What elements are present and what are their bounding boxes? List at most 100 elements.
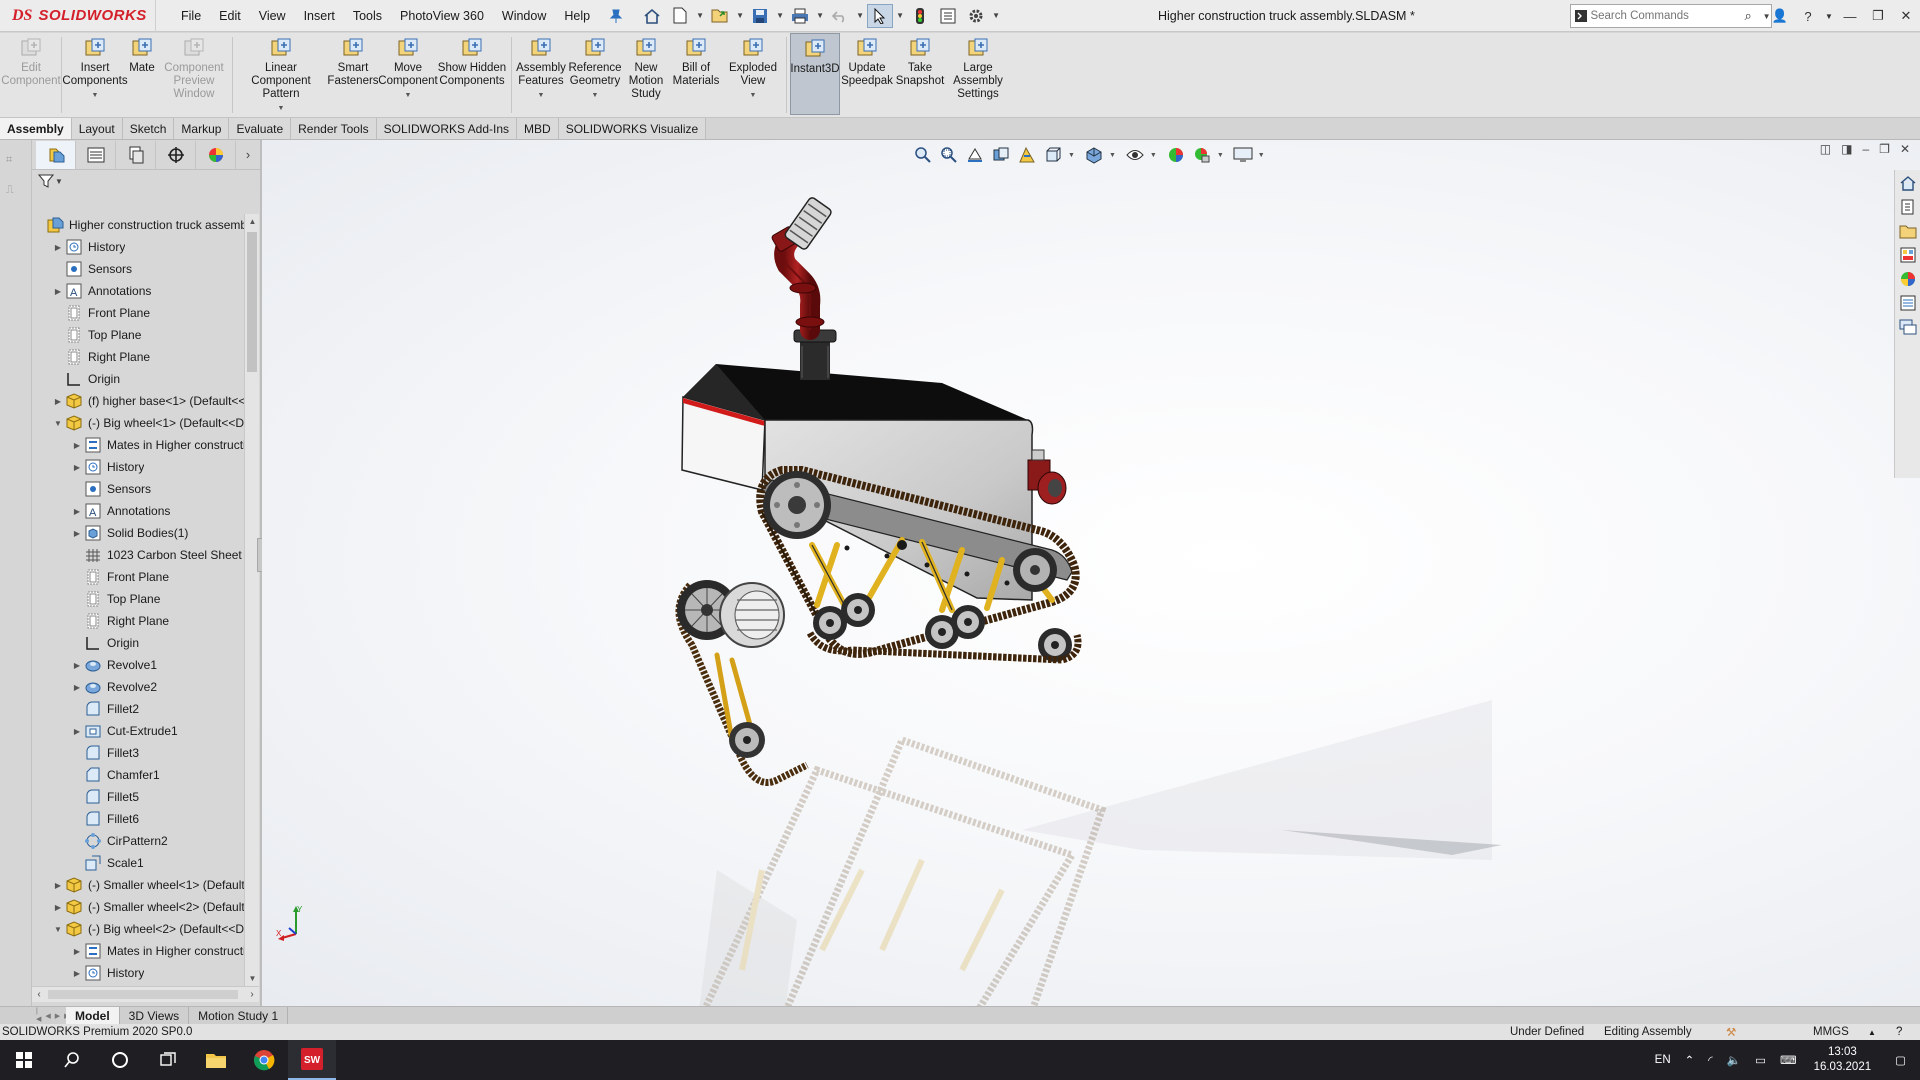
configurationmanager-tab-icon[interactable] [116, 140, 156, 169]
apply-scene-caret-icon[interactable]: ▼ [1217, 152, 1224, 159]
print-caret-icon[interactable]: ▼ [815, 11, 825, 20]
expand-arrow-icon[interactable]: ▶ [51, 903, 65, 912]
tab-assembly[interactable]: Assembly [0, 118, 72, 139]
ribbon-caret-icon[interactable]: ▼ [92, 89, 99, 102]
taskbar-clock[interactable]: 13:03 16.03.2021 [1804, 1045, 1882, 1075]
tree-item[interactable]: ▶ A Annotations [32, 280, 244, 302]
tab-solidworks-add-ins[interactable]: SOLIDWORKS Add-Ins [376, 118, 518, 139]
rebuild-icon[interactable] [907, 4, 933, 28]
scroll-up-icon[interactable]: ▲ [245, 214, 260, 229]
tab-sketch[interactable]: Sketch [122, 118, 175, 139]
edit-appearance-icon[interactable] [1165, 144, 1187, 166]
display-manager-tab-icon[interactable] [196, 140, 236, 169]
tree-filter[interactable]: ▼ [32, 170, 260, 192]
expand-arrow-icon[interactable]: ▶ [70, 441, 84, 450]
zoom-to-area-icon[interactable] [938, 144, 960, 166]
custom-properties-icon[interactable] [1897, 292, 1919, 314]
menu-photoview[interactable]: PhotoView 360 [391, 0, 493, 32]
view-orientation-caret-icon[interactable]: ▼ [1068, 152, 1075, 159]
keyboard-icon[interactable]: ⌨ [1773, 1053, 1804, 1067]
tree-item[interactable]: Fillet2 [32, 698, 244, 720]
horizontal-scroll-thumb[interactable] [48, 990, 238, 999]
tree-item[interactable]: ▶ (-) Smaller wheel<2> (Default<<Default>… [32, 896, 244, 918]
menu-help[interactable]: Help [555, 0, 599, 32]
smart-fasteners-button[interactable]: Smart Fasteners [326, 33, 380, 115]
tree-item[interactable]: Right Plane [32, 346, 244, 368]
undo-caret-icon[interactable]: ▼ [855, 11, 865, 20]
propertymanager-tab-icon[interactable] [76, 140, 116, 169]
search-scope-icon[interactable] [1571, 5, 1590, 27]
file-explorer-icon[interactable] [1897, 220, 1919, 242]
bill-of-materials-button[interactable]: Bill of Materials [669, 33, 723, 115]
close-icon[interactable]: ✕ [1892, 8, 1920, 24]
solidworks-taskbar-icon[interactable]: SW [288, 1040, 336, 1080]
options-gear-icon[interactable] [963, 4, 989, 28]
tree-item[interactable]: ▶ A Annotations [32, 500, 244, 522]
volume-icon[interactable]: 🔈 [1720, 1053, 1748, 1067]
graphics-area[interactable]: ▼ ▼ ▼ ▼ ▼ ◫ ◨ – ❐ ✕ Y X [262, 140, 1920, 1006]
doc-minimize-icon[interactable]: – [1862, 142, 1869, 156]
large-assembly-settings-button[interactable]: Large Assembly Settings [946, 33, 1010, 115]
expand-arrow-icon[interactable]: ▶ [51, 881, 65, 890]
print-icon[interactable] [787, 4, 813, 28]
tab-first-icon[interactable]: |◀ [36, 1008, 41, 1023]
edit-component-button[interactable]: Edit Component [1, 33, 61, 115]
move-component-button[interactable]: Move Component ▼ [378, 33, 438, 115]
tile-right-icon[interactable]: ◨ [1841, 142, 1852, 156]
display-style-caret-icon[interactable]: ▼ [1109, 152, 1116, 159]
linear-component-pattern-button[interactable]: Linear Component Pattern ▼ [236, 33, 326, 115]
ribbon-caret-icon[interactable]: ▼ [278, 102, 285, 115]
tree-item[interactable]: ▶ Mates in Higher construction truck asse… [32, 434, 244, 456]
save-caret-icon[interactable]: ▼ [775, 11, 785, 20]
component-preview-window-button[interactable]: Component Preview Window [159, 33, 229, 115]
tree-item[interactable]: Fillet5 [32, 786, 244, 808]
tab-next-icon[interactable]: ▶ [55, 1012, 60, 1020]
zoom-to-fit-icon[interactable] [912, 144, 934, 166]
search-taskbar-icon[interactable] [48, 1040, 96, 1080]
solidworks-resources-icon[interactable] [1897, 172, 1919, 194]
ribbon-caret-icon[interactable]: ▼ [750, 89, 757, 102]
tree-item[interactable]: Right Plane [32, 610, 244, 632]
status-help[interactable]: ? [1896, 1026, 1902, 1038]
collapse-arrow-icon[interactable]: ▼ [51, 419, 65, 428]
ribbon-caret-icon[interactable]: ▼ [405, 89, 412, 102]
help-icon[interactable]: ? [1794, 9, 1822, 24]
user-icon[interactable]: 👤 [1766, 8, 1794, 24]
tab-mbd[interactable]: MBD [517, 118, 559, 139]
section-view-icon[interactable] [990, 144, 1012, 166]
task-view-icon[interactable] [144, 1040, 192, 1080]
display-style-icon[interactable] [1083, 144, 1105, 166]
rebuild-status-icon[interactable]: ⚒ [1726, 1025, 1736, 1039]
hide-show-items-icon[interactable] [1124, 144, 1146, 166]
tree-item[interactable]: Scale1 [32, 852, 244, 874]
tray-overflow-icon[interactable]: ⌃ [1678, 1053, 1702, 1067]
instant3d-button[interactable]: Instant3D [790, 33, 840, 115]
tab-3d-views[interactable]: 3D Views [120, 1006, 190, 1025]
scroll-down-icon[interactable]: ▼ [245, 971, 260, 986]
input-language[interactable]: EN [1648, 1054, 1678, 1066]
featuremanager-tab-icon[interactable] [36, 140, 76, 169]
expand-arrow-icon[interactable]: ▶ [70, 727, 84, 736]
expand-arrow-icon[interactable]: ▶ [70, 947, 84, 956]
tree-item[interactable]: Top Plane [32, 588, 244, 610]
tree-item[interactable]: ▶ Mates in Higher construction truck asse… [32, 940, 244, 962]
hide-show-caret-icon[interactable]: ▼ [1150, 152, 1157, 159]
tab-solidworks-visualize[interactable]: SOLIDWORKS Visualize [558, 118, 707, 139]
search-icon[interactable]: ⌕ [1744, 8, 1762, 24]
tree-horizontal-scrollbar[interactable]: ‹ › [32, 986, 259, 1002]
insert-components-button[interactable]: Insert Components ▼ [62, 33, 128, 115]
tree-item[interactable]: ▶ History [32, 236, 244, 258]
view-palette-icon[interactable] [1897, 244, 1919, 266]
tree-item[interactable]: ▶ (-) Smaller wheel<1> (Default<<Default>… [32, 874, 244, 896]
tree-item[interactable]: CirPattern2 [32, 830, 244, 852]
tile-left-icon[interactable]: ◫ [1820, 142, 1831, 156]
assembly-features-button[interactable]: Assembly Features ▼ [515, 33, 567, 115]
doc-close-icon[interactable]: ✕ [1900, 142, 1910, 156]
menu-insert[interactable]: Insert [295, 0, 344, 32]
tree-item[interactable]: Chamfer1 [32, 764, 244, 786]
vertical-scroll-thumb[interactable] [247, 232, 257, 372]
tab-motion-study-1[interactable]: Motion Study 1 [189, 1006, 289, 1025]
minimize-icon[interactable]: — [1836, 9, 1864, 24]
tree-item[interactable]: Origin [32, 368, 244, 390]
tab-markup[interactable]: Markup [174, 118, 230, 139]
